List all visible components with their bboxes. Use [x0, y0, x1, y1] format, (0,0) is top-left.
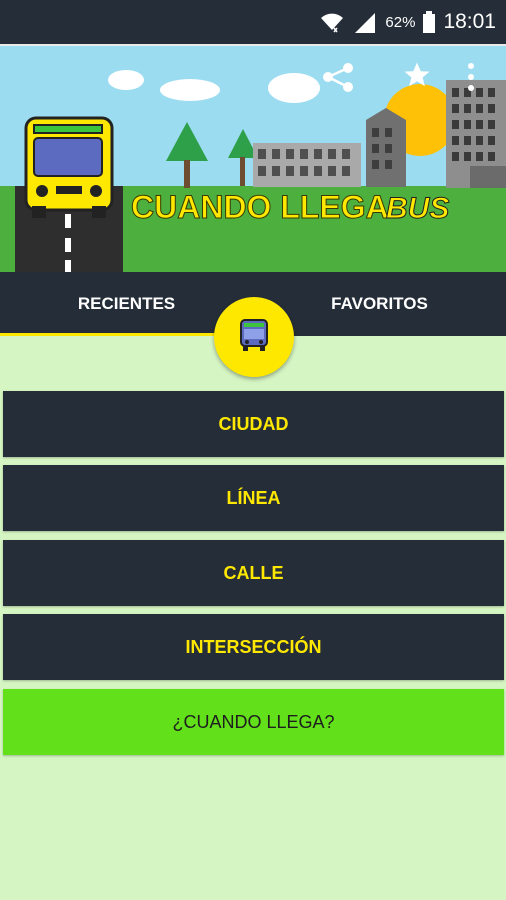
tab-recientes-label: RECIENTES [77, 294, 176, 313]
app-title: CUANDO LLEGA [131, 189, 390, 226]
app-title-bus: BUS [385, 192, 450, 226]
wifi-icon [319, 10, 345, 34]
linea-button[interactable]: LÍNEA [3, 465, 504, 531]
interseccion-button[interactable]: INTERSECCIÓN [3, 614, 504, 680]
calle-button[interactable]: CALLE [3, 540, 504, 606]
bus-fab-button[interactable] [214, 297, 294, 377]
cuando-llega-button[interactable]: ¿CUANDO LLEGA? [3, 689, 504, 755]
ciudad-button[interactable]: CIUDAD [3, 391, 504, 457]
tab-favoritos-label: FAVORITOS [331, 294, 428, 313]
cuando-llega-label: ¿CUANDO LLEGA? [172, 711, 335, 732]
interseccion-label: INTERSECCIÓN [185, 636, 322, 657]
header-banner: CUANDO LLEGA BUS [0, 46, 506, 272]
calle-label: CALLE [223, 562, 284, 583]
linea-label: LÍNEA [226, 487, 281, 508]
status-bar: 62% 18:01 [0, 0, 506, 44]
battery-percent: 62% [385, 13, 416, 31]
bus-icon [238, 318, 270, 357]
ciudad-label: CIUDAD [218, 413, 289, 434]
status-time: 18:01 [443, 10, 496, 33]
battery-icon [423, 11, 436, 33]
signal-icon [353, 11, 377, 33]
